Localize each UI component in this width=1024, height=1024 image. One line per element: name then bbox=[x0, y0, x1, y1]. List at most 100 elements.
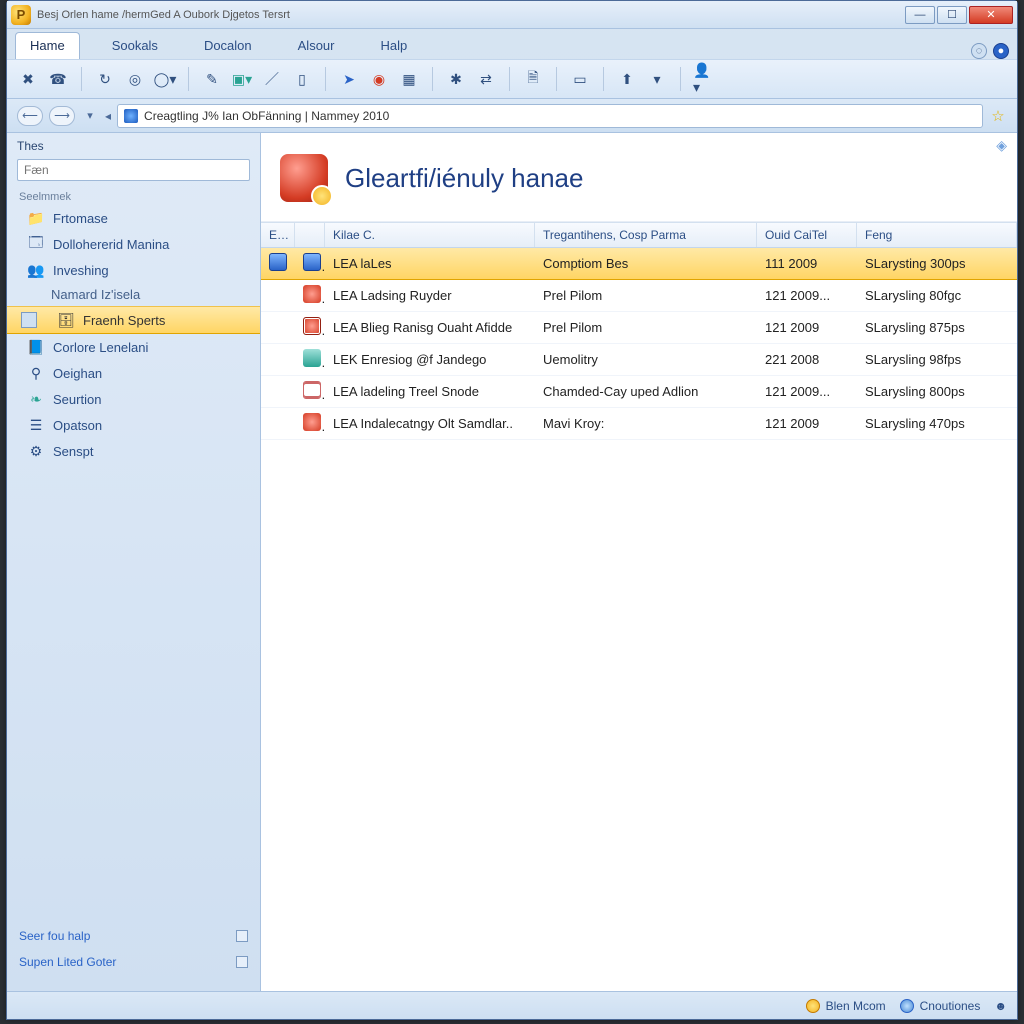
col-name[interactable]: Kilae C. bbox=[325, 223, 535, 247]
col-date[interactable]: Ouid CaiTel bbox=[757, 223, 857, 247]
call-icon[interactable]: ☎ bbox=[47, 68, 69, 90]
cell-feng: SLarysling 80fgc bbox=[857, 283, 1017, 308]
status-right[interactable]: Cnoutiones bbox=[900, 999, 981, 1013]
sidebar-item-label: Frtomase bbox=[53, 211, 108, 226]
menu-right-icon-1[interactable]: ◌ bbox=[971, 43, 987, 59]
wand-icon: ⚲ bbox=[27, 364, 45, 382]
sidebar-help-box-icon[interactable] bbox=[236, 930, 248, 942]
app-window: P Besj Orlen hame /hermGed A Oubork Djge… bbox=[6, 0, 1018, 1020]
row-type-icon bbox=[303, 349, 321, 367]
address-row: ⟵ ⟶ ▾ ◂ Creagtling J% Ian ObFänning | Na… bbox=[7, 99, 1017, 133]
cell-desc: Mavi Kroy: bbox=[535, 411, 757, 436]
table-row[interactable]: LEK Enresiog @f JandegoUemolitry221 2008… bbox=[261, 344, 1017, 376]
new-doc-icon[interactable]: 🗎 bbox=[522, 68, 544, 90]
nav-forward-button[interactable]: ⟶ bbox=[49, 106, 75, 126]
cell-date: 221 2008 bbox=[757, 347, 857, 372]
down-caret-icon[interactable]: ▾ bbox=[646, 68, 668, 90]
cell-desc: Uemolitry bbox=[535, 347, 757, 372]
menu-right-icon-2[interactable]: ● bbox=[993, 43, 1009, 59]
globe-icon[interactable]: ◉ bbox=[368, 68, 390, 90]
col-ico2[interactable] bbox=[295, 223, 325, 247]
edit-icon[interactable]: ✎ bbox=[201, 68, 223, 90]
sidebar-item-3[interactable]: Namard Iz'isela bbox=[7, 283, 260, 306]
sidebar-item-9[interactable]: ⚙ Senspt bbox=[7, 438, 260, 464]
menu-tab-2[interactable]: Docalon bbox=[190, 33, 266, 59]
menu-tab-3[interactable]: Alsour bbox=[284, 33, 349, 59]
circle-dropdown-icon[interactable]: ◯▾ bbox=[154, 68, 176, 90]
table-row[interactable]: LEA Ladsing RuyderPrel Pilom121 2009...S… bbox=[261, 280, 1017, 312]
table-header: Eet Kilae C. Tregantihens, Cosp Parma Ou… bbox=[261, 222, 1017, 248]
status-left[interactable]: Blen Mcom bbox=[806, 999, 886, 1013]
pin-icon[interactable]: ✖ bbox=[17, 68, 39, 90]
row-type-icon bbox=[303, 381, 321, 399]
panel-info-icon[interactable]: ◈ bbox=[996, 137, 1007, 154]
card-icon[interactable]: ▯ bbox=[291, 68, 313, 90]
row-type-icon bbox=[303, 413, 321, 431]
shuffle-icon[interactable]: ⇄ bbox=[475, 68, 497, 90]
row-type-icon bbox=[303, 285, 321, 303]
address-input[interactable]: Creagtling J% Ian ObFänning | Nammey 201… bbox=[117, 104, 983, 128]
nav-dropdown-icon[interactable]: ▾ bbox=[81, 106, 99, 126]
minimize-button[interactable]: — bbox=[905, 6, 935, 24]
sidebar-support-link[interactable]: Supen Lited Goter bbox=[19, 955, 116, 969]
sidebar-support-box-icon[interactable] bbox=[236, 956, 248, 968]
grid-icon[interactable]: ▦ bbox=[398, 68, 420, 90]
nav-caret-icon: ◂ bbox=[105, 109, 111, 123]
table-row[interactable]: LEA Indalecatngy Olt Samdlar..Mavi Kroy:… bbox=[261, 408, 1017, 440]
menu-tab-home[interactable]: Hame bbox=[15, 32, 80, 59]
menu-tab-1[interactable]: Sookals bbox=[98, 33, 172, 59]
user-icon[interactable]: 👤▾ bbox=[693, 68, 715, 90]
sidebar-filter-input[interactable] bbox=[17, 159, 250, 181]
sidebar-item-label: Senspt bbox=[53, 444, 93, 459]
sidebar-item-1[interactable]: 🗔 Dollohererid Manina bbox=[7, 231, 260, 257]
favorite-icon[interactable]: ☆ bbox=[989, 107, 1007, 125]
nav-back-button[interactable]: ⟵ bbox=[17, 106, 43, 126]
row-type-icon bbox=[303, 253, 321, 271]
statusbar: Blen Mcom Cnoutiones ☻ bbox=[7, 991, 1017, 1019]
cell-name: LEA Indalecatngy Olt Samdlar.. bbox=[325, 411, 535, 436]
main-panel: ◈ Gleartfi/iénuly hanae Eet Kilae C. Tre… bbox=[261, 133, 1017, 991]
sidebar-header: Thes bbox=[7, 133, 260, 155]
col-ico[interactable]: Eet bbox=[261, 223, 295, 247]
refresh-icon[interactable]: ↻ bbox=[94, 68, 116, 90]
sidebar-item-7[interactable]: ❧ Seurtion bbox=[7, 386, 260, 412]
sidebar-item-0[interactable]: 📁 Frtomase bbox=[7, 205, 260, 231]
cell-desc: Prel Pilom bbox=[535, 283, 757, 308]
sidebar-item-label: Inveshing bbox=[53, 263, 109, 278]
target-icon[interactable]: ◎ bbox=[124, 68, 146, 90]
sidebar-item-2[interactable]: 👥 Inveshing bbox=[7, 257, 260, 283]
row-status-icon bbox=[269, 413, 287, 431]
share-icon[interactable]: ➤ bbox=[338, 68, 360, 90]
page-icon bbox=[277, 151, 331, 205]
col-desc[interactable]: Tregantihens, Cosp Parma bbox=[535, 223, 757, 247]
sidebar-item-6[interactable]: ⚲ Oeighan bbox=[7, 360, 260, 386]
table-row[interactable]: LEA Blieg Ranisg Ouaht AfiddePrel Pilom1… bbox=[261, 312, 1017, 344]
sidebar-item-8[interactable]: ☰ Opatson bbox=[7, 412, 260, 438]
color-icon[interactable]: ▣▾ bbox=[231, 68, 253, 90]
cell-feng: SLarysling 875ps bbox=[857, 315, 1017, 340]
sidebar-item-4[interactable]: 🗄 Fraenh Sperts bbox=[7, 306, 260, 334]
upload-icon[interactable]: ⬆ bbox=[616, 68, 638, 90]
col-feng[interactable]: Feng bbox=[857, 223, 1017, 247]
menu-tab-help[interactable]: Halp bbox=[367, 33, 422, 59]
minus-icon[interactable]: ▭ bbox=[569, 68, 591, 90]
row-status-icon bbox=[269, 349, 287, 367]
pencil-icon[interactable]: ／ bbox=[261, 68, 283, 90]
close-button[interactable]: ✕ bbox=[969, 6, 1013, 24]
shield-icon bbox=[124, 109, 138, 123]
cell-name: LEA Ladsing Ruyder bbox=[325, 283, 535, 308]
status-face-icon[interactable]: ☻ bbox=[994, 999, 1007, 1013]
table-row[interactable]: LEA laLesComptiom Bes111 2009SLarysting … bbox=[261, 248, 1017, 280]
sidebar-help-link[interactable]: Seer fou halp bbox=[19, 929, 90, 943]
row-status-icon bbox=[269, 253, 287, 271]
table-body: LEA laLesComptiom Bes111 2009SLarysting … bbox=[261, 248, 1017, 440]
gear-icon[interactable]: ✱ bbox=[445, 68, 467, 90]
row-status-icon bbox=[269, 285, 287, 303]
address-text: Creagtling J% Ian ObFänning | Nammey 201… bbox=[144, 109, 389, 123]
maximize-button[interactable]: ☐ bbox=[937, 6, 967, 24]
sidebar-item-5[interactable]: 📘 Corlore Lenelani bbox=[7, 334, 260, 360]
cell-name: LEK Enresiog @f Jandego bbox=[325, 347, 535, 372]
table-row[interactable]: LEA ladeling Treel SnodeChamded-Cay uped… bbox=[261, 376, 1017, 408]
cell-name: LEA laLes bbox=[325, 251, 535, 276]
status-dot-icon bbox=[806, 999, 820, 1013]
